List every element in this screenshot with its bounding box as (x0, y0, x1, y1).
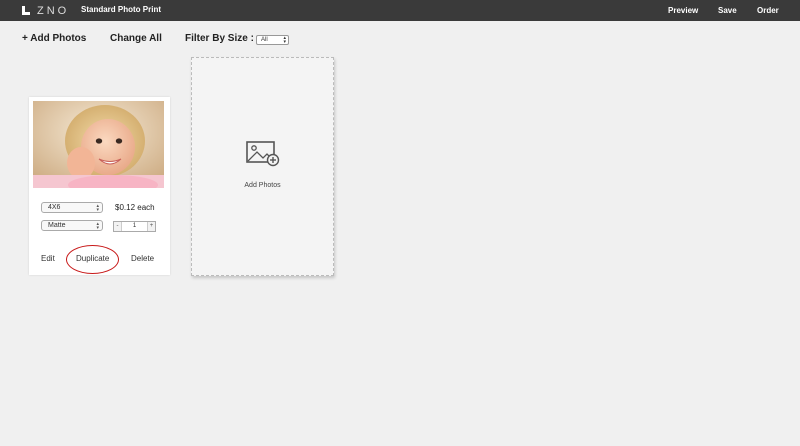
filter-label: Filter By Size : (185, 33, 254, 44)
edit-button[interactable]: Edit (41, 254, 55, 263)
select-arrows-icon: ▴ ▾ (96, 203, 99, 213)
logo-icon (22, 6, 32, 15)
select-arrows-icon: ▴ ▾ (96, 221, 99, 231)
highlight-circle (66, 245, 119, 274)
photo-image (33, 101, 164, 188)
delete-button[interactable]: Delete (131, 254, 154, 263)
logo-text: ZNO (37, 4, 70, 17)
logo[interactable]: ZNO (22, 4, 70, 17)
quantity-value[interactable]: 1 (122, 222, 147, 231)
top-bar: ZNO Standard Photo Print Preview Save Or… (0, 0, 800, 21)
add-image-icon (246, 141, 280, 167)
add-photos-label: Add Photos (244, 182, 281, 189)
order-button[interactable]: Order (757, 6, 779, 15)
add-photos-button[interactable]: + Add Photos (22, 33, 86, 44)
preview-button[interactable]: Preview (668, 6, 698, 15)
save-button[interactable]: Save (718, 6, 737, 15)
print-size-select[interactable]: 4X6 ▴ ▾ (41, 202, 103, 213)
select-arrows-icon: ▴ ▾ (283, 35, 286, 45)
quantity-increment-button[interactable]: + (147, 222, 155, 231)
finish-select[interactable]: Matte ▴ ▾ (41, 220, 103, 231)
change-all-button[interactable]: Change All (110, 33, 162, 44)
price-label: $0.12 each (115, 203, 155, 212)
filter-size-value: All (261, 37, 268, 43)
add-photos-panel[interactable]: Add Photos (191, 57, 334, 276)
page-title: Standard Photo Print (81, 5, 161, 14)
quantity-stepper[interactable]: - 1 + (113, 221, 156, 232)
print-size-value: 4X6 (48, 204, 61, 211)
photo-thumbnail[interactable] (33, 101, 164, 188)
filter-size-select[interactable]: All ▴ ▾ (256, 35, 289, 45)
finish-value: Matte (48, 222, 66, 229)
quantity-decrement-button[interactable]: - (114, 222, 122, 231)
